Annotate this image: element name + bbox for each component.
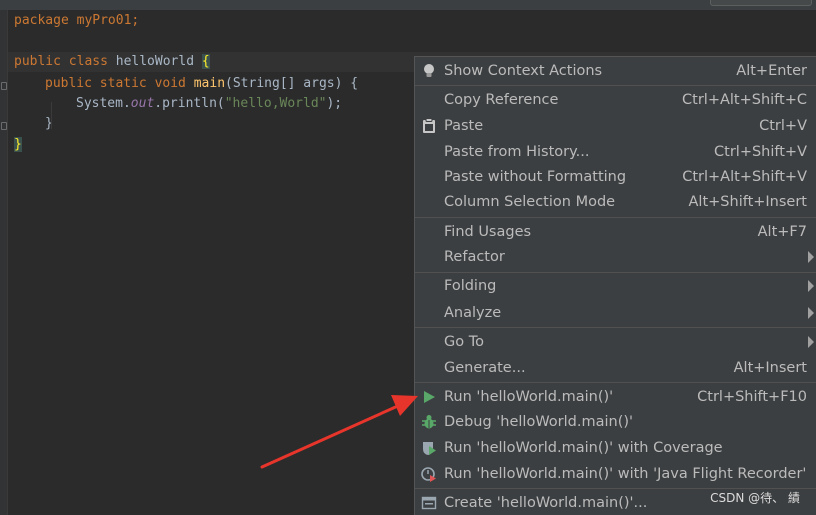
bulb-icon: [421, 63, 437, 79]
menu-item-show-context-actions[interactable]: Show Context Actions Alt+Enter: [415, 59, 816, 83]
menu-item-shortcut: Ctrl+V: [759, 118, 807, 134]
fold-marker-icon[interactable]: [1, 122, 7, 130]
menu-item-label: Run 'helloWorld.main()' with Coverage: [444, 440, 723, 456]
menu-item-label: Folding: [444, 278, 497, 294]
menu-item-folding[interactable]: Folding: [415, 274, 816, 298]
menu-item-label: Paste from History...: [444, 144, 590, 160]
menu-item-shortcut: Ctrl+Shift+F10: [697, 389, 807, 405]
menu-item-refactor[interactable]: Refactor: [415, 245, 816, 269]
out-field: out: [130, 96, 155, 111]
menu-item-column-selection-mode[interactable]: Column Selection Mode Alt+Shift+Insert: [415, 190, 816, 214]
flight-recorder-icon: [421, 466, 437, 482]
indent-guide: [51, 102, 52, 129]
menu-item-label: Create 'helloWorld.main()'...: [444, 495, 648, 511]
method-modifiers: public static void: [45, 76, 186, 91]
menu-item-label: Column Selection Mode: [444, 194, 616, 210]
top-toolbar: [0, 0, 816, 10]
menu-item-label: Paste: [444, 118, 484, 134]
method-params: (String[] args) {: [225, 76, 359, 91]
menu-item-label: Find Usages: [444, 224, 532, 240]
menu-item-shortcut: Alt+Insert: [733, 360, 807, 376]
menu-item-label: Generate...: [444, 360, 526, 376]
editor-gutter: [0, 10, 8, 515]
menu-item-analyze[interactable]: Analyze: [415, 301, 816, 325]
code-line-4: public static void main(String[] args) {: [45, 74, 358, 94]
menu-separator: [415, 272, 816, 273]
debug-icon: [421, 414, 437, 430]
menu-item-paste[interactable]: Paste Ctrl+V: [415, 114, 816, 138]
menu-item-label: Analyze: [444, 305, 502, 321]
watermark-text: CSDN @待、 績: [710, 491, 800, 505]
menu-item-run-with-coverage[interactable]: Run 'helloWorld.main()' with Coverage: [415, 436, 816, 460]
class-modifiers: public class: [14, 54, 108, 69]
menu-item-paste-without-formatting[interactable]: Paste without Formatting Ctrl+Alt+Shift+…: [415, 165, 816, 189]
menu-item-find-usages[interactable]: Find Usages Alt+F7: [415, 220, 816, 244]
submenu-arrow-icon: [808, 280, 814, 292]
menu-item-label: Go To: [444, 334, 484, 350]
menu-item-label: Copy Reference: [444, 92, 559, 108]
statement-end: );: [326, 96, 343, 111]
method-name: main: [193, 76, 226, 91]
println-call: .println(: [154, 96, 225, 111]
menu-item-label: Run 'helloWorld.main()': [444, 389, 614, 405]
menu-item-label: Run 'helloWorld.main()' with 'Java Fligh…: [444, 466, 807, 482]
menu-item-copy-reference[interactable]: Copy Reference Ctrl+Alt+Shift+C: [415, 88, 816, 112]
menu-item-generate[interactable]: Generate... Alt+Insert: [415, 356, 816, 380]
menu-item-paste-from-history[interactable]: Paste from History... Ctrl+Shift+V: [415, 140, 816, 164]
string-literal: "hello,World": [224, 96, 327, 111]
editor-context-menu: Show Context Actions Alt+Enter Copy Refe…: [414, 56, 816, 515]
run-icon: [421, 389, 437, 405]
class-name: helloWorld: [115, 54, 195, 69]
code-line-1: package myPro01;: [14, 11, 139, 31]
coverage-icon: [421, 440, 437, 456]
fold-marker-icon[interactable]: [1, 82, 7, 90]
menu-item-shortcut: Ctrl+Alt+Shift+V: [682, 169, 807, 185]
println-receiver: System.: [76, 96, 131, 111]
menu-item-label: Paste without Formatting: [444, 169, 627, 185]
menu-separator: [415, 217, 816, 218]
code-line-7: }: [14, 135, 22, 155]
menu-item-debug-main[interactable]: Debug 'helloWorld.main()': [415, 410, 816, 434]
menu-separator: [415, 382, 816, 383]
class-close-brace: }: [14, 137, 22, 152]
menu-item-shortcut: Ctrl+Alt+Shift+C: [682, 92, 807, 108]
submenu-arrow-icon: [808, 307, 814, 319]
menu-item-label: Show Context Actions: [444, 63, 603, 79]
menu-item-go-to[interactable]: Go To: [415, 330, 816, 354]
menu-item-shortcut: Alt+Shift+Insert: [688, 194, 807, 210]
menu-item-label: Debug 'helloWorld.main()': [444, 414, 634, 430]
package-statement: package myPro01;: [14, 13, 140, 28]
menu-item-run-main[interactable]: Run 'helloWorld.main()' Ctrl+Shift+F10: [415, 385, 816, 409]
menu-item-shortcut: Ctrl+Shift+V: [714, 144, 807, 160]
create-config-icon: [421, 495, 437, 511]
menu-item-run-with-flight-recorder[interactable]: Run 'helloWorld.main()' with 'Java Fligh…: [415, 462, 816, 486]
menu-separator: [415, 327, 816, 328]
menu-item-shortcut: Alt+F7: [757, 224, 807, 240]
code-line-5: System.out.println("hello,World");: [76, 94, 342, 114]
menu-item-shortcut: Alt+Enter: [736, 63, 807, 79]
submenu-arrow-icon: [808, 251, 814, 263]
open-brace: {: [201, 54, 210, 69]
menu-item-label: Refactor: [444, 249, 505, 265]
toolbar-search-field[interactable]: [710, 0, 812, 6]
clipboard-icon: [421, 118, 437, 134]
menu-separator: [415, 85, 816, 86]
submenu-arrow-icon: [808, 336, 814, 348]
